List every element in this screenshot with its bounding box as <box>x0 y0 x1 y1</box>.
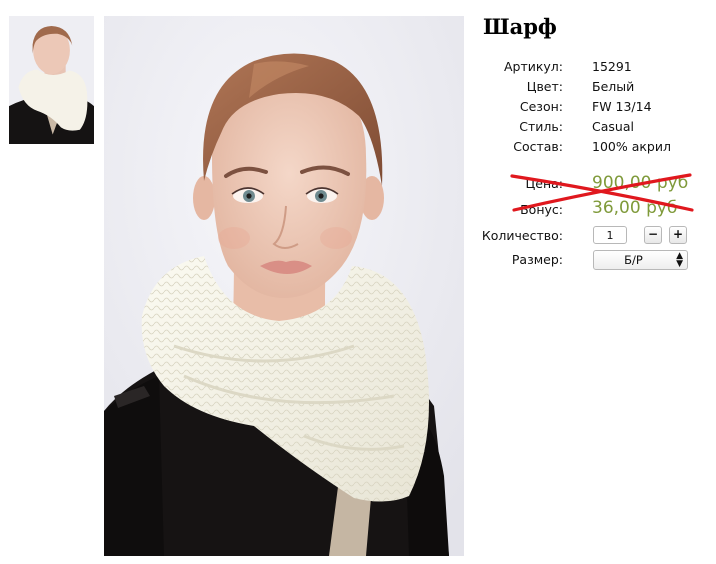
updown-arrows-icon: ▲ ▼ <box>676 251 683 269</box>
quantity-input[interactable] <box>593 226 627 244</box>
attribute-label: Сезон: <box>519 99 563 114</box>
quantity-label: Количество: <box>481 228 563 243</box>
attribute-value: Casual <box>592 119 634 134</box>
product-photo <box>104 16 464 556</box>
attribute-label: Артикул: <box>503 59 563 74</box>
bonus-value: 36,00 руб <box>592 198 678 218</box>
attribute-row-season: Сезон: FW 13/14 <box>470 99 710 119</box>
attribute-value: 100% акрил <box>592 139 671 154</box>
quantity-decrement-button[interactable]: − <box>644 226 662 244</box>
quantity-increment-button[interactable]: + <box>669 226 687 244</box>
price-label: Цена: <box>525 176 563 191</box>
attribute-row-style: Стиль: Casual <box>470 119 710 139</box>
size-label: Размер: <box>511 252 563 267</box>
attribute-row-color: Цвет: Белый <box>470 79 710 99</box>
attribute-value: 15291 <box>592 59 632 74</box>
size-selected-value: Б/Р <box>624 253 643 267</box>
model-wearing-scarf-image <box>104 16 464 556</box>
attribute-row-composition: Состав: 100% акрил <box>470 139 710 159</box>
attribute-row-article: Артикул: 15291 <box>470 59 710 79</box>
attribute-value: Белый <box>592 79 635 94</box>
price-block: Цена: 900,00 руб Бонус: 36,00 руб <box>470 170 710 222</box>
attribute-label: Состав: <box>513 139 563 154</box>
attribute-label: Цвет: <box>526 79 563 94</box>
price-value: 900,00 руб <box>592 173 689 193</box>
product-title: Шарф <box>483 14 557 39</box>
attribute-value: FW 13/14 <box>592 99 652 114</box>
size-select[interactable]: Б/Р ▲ ▼ <box>593 250 688 270</box>
bonus-label: Бонус: <box>520 202 563 217</box>
product-thumbnail[interactable] <box>9 16 94 144</box>
attribute-label: Стиль: <box>519 119 563 134</box>
thumbnail-image <box>9 16 94 144</box>
